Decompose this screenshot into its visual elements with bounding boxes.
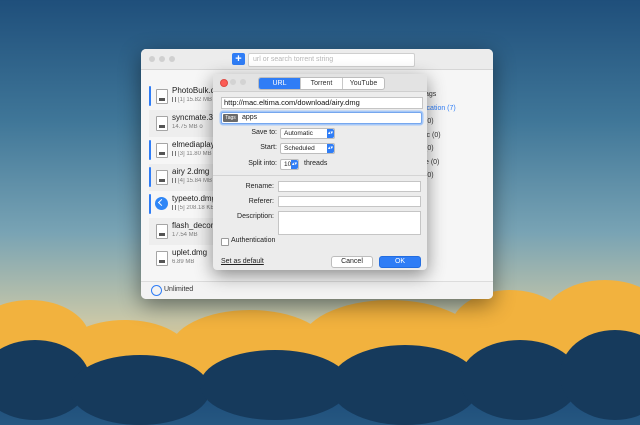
document-icon: [156, 224, 168, 239]
pause-icon[interactable]: [172, 97, 176, 102]
speed-limit-label[interactable]: Unlimited: [164, 286, 193, 293]
authentication-label[interactable]: Authentication: [231, 237, 275, 244]
split-label: Split into:: [248, 160, 277, 167]
description-input[interactable]: [278, 211, 421, 235]
add-download-dialog: URL Torrent YouTube http://mac.eltima.co…: [213, 74, 427, 270]
divider: [213, 175, 427, 176]
start-select[interactable]: Scheduled ▴▾: [280, 143, 335, 154]
tags-header: ags: [425, 91, 437, 98]
progress-indicator: [149, 86, 151, 106]
main-titlebar: + url or search torrent string: [141, 49, 493, 70]
dialog-titlebar: URL Torrent YouTube: [213, 74, 427, 92]
split-select[interactable]: 10 ▴▾: [280, 159, 299, 170]
close-dialog-button[interactable]: [220, 79, 228, 87]
pause-icon[interactable]: [172, 178, 176, 183]
tab-url[interactable]: URL: [259, 78, 300, 89]
tag-item[interactable]: (0): [425, 169, 456, 183]
tag-item[interactable]: ic (0): [425, 129, 456, 143]
zoom-window-button[interactable]: [169, 56, 175, 62]
tag-icon: Tags: [223, 114, 238, 122]
disk-image-icon: [156, 143, 168, 158]
download-url-field[interactable]: http://mac.eltima.com/download/airy.dmg: [221, 97, 423, 109]
document-icon: [156, 251, 168, 266]
close-window-button[interactable]: [149, 56, 155, 62]
chevron-updown-icon: ▴▾: [327, 129, 334, 138]
set-as-default-link[interactable]: Set as default: [221, 258, 264, 265]
speed-limit-icon[interactable]: [151, 285, 162, 296]
rename-input[interactable]: [278, 181, 421, 192]
disk-image-icon: [156, 89, 168, 104]
description-label: Description:: [237, 213, 274, 220]
tab-torrent[interactable]: Torrent: [300, 78, 342, 89]
chevron-updown-icon: ▴▾: [327, 144, 334, 153]
disk-image-icon: [156, 170, 168, 185]
save-to-select[interactable]: Automatic ▴▾: [280, 128, 335, 139]
tag-value: apps: [242, 114, 258, 121]
tag-item[interactable]: e (0): [425, 156, 456, 170]
referer-label: Referer:: [248, 198, 274, 205]
minimize-dialog-button: [230, 79, 236, 85]
rename-label: Rename:: [245, 183, 274, 190]
tag-item[interactable]: (0): [425, 115, 456, 129]
split-unit: threads: [304, 160, 328, 167]
disk-image-icon: [156, 116, 168, 131]
authentication-checkbox[interactable]: [221, 238, 229, 246]
progress-indicator: [149, 140, 151, 160]
app-icon: [155, 197, 168, 210]
add-download-button[interactable]: +: [232, 53, 245, 65]
tag-item[interactable]: ication (7): [425, 102, 456, 116]
tags-field[interactable]: Tags apps: [221, 112, 422, 124]
status-bar: Unlimited: [141, 281, 493, 299]
ok-button[interactable]: OK: [379, 256, 421, 268]
tab-youtube[interactable]: YouTube: [342, 78, 384, 89]
tags-panel: ags ication (7) (0) ic (0) (0) e (0) (0): [425, 88, 456, 183]
progress-indicator: [149, 167, 151, 187]
cancel-button[interactable]: Cancel: [331, 256, 373, 268]
zoom-dialog-button: [240, 79, 246, 85]
progress-indicator: [149, 194, 151, 214]
chevron-updown-icon: ▴▾: [291, 160, 298, 169]
pause-icon[interactable]: [172, 205, 176, 210]
save-to-label: Save to:: [251, 129, 277, 136]
pause-icon[interactable]: [172, 151, 176, 156]
tag-item[interactable]: (0): [425, 142, 456, 156]
minimize-window-button[interactable]: [159, 56, 165, 62]
referer-input[interactable]: [278, 196, 421, 207]
source-tabs: URL Torrent YouTube: [258, 77, 385, 90]
start-label: Start:: [260, 144, 277, 151]
url-search-input[interactable]: url or search torrent string: [248, 53, 415, 67]
